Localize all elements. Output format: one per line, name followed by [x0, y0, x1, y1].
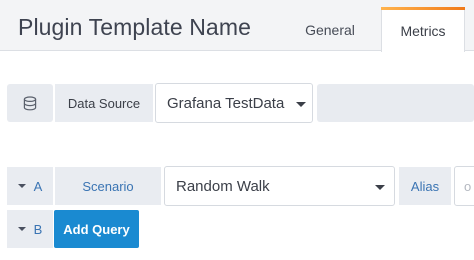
tab-metrics[interactable]: Metrics — [381, 7, 465, 52]
chevron-down-icon — [17, 227, 26, 231]
alias-input[interactable]: o — [454, 166, 474, 206]
chevron-down-icon — [375, 185, 385, 190]
tab-general[interactable]: General — [290, 8, 370, 51]
datasource-label: Data Source — [55, 84, 153, 122]
alias-label: Alias — [399, 167, 451, 205]
scenario-label: Scenario — [55, 167, 161, 205]
chevron-down-icon — [296, 102, 306, 107]
chevron-down-icon — [17, 184, 26, 188]
datasource-row-filler — [317, 84, 474, 122]
query-b-toggle[interactable]: B — [7, 210, 53, 248]
panel-editor-header: Plugin Template Name General Metrics — [0, 0, 474, 52]
query-b-letter: B — [33, 221, 43, 237]
datasource-icon-box — [7, 84, 53, 122]
scenario-select[interactable]: Random Walk — [164, 166, 395, 206]
add-query-button[interactable]: Add Query — [54, 210, 139, 248]
query-a-letter: A — [33, 178, 43, 194]
scenario-select-value: Random Walk — [176, 177, 270, 195]
page-title: Plugin Template Name — [18, 14, 251, 40]
database-icon — [23, 95, 37, 110]
query-a-toggle[interactable]: A — [7, 167, 53, 205]
datasource-select[interactable]: Grafana TestData — [155, 83, 313, 123]
datasource-select-value: Grafana TestData — [167, 94, 285, 112]
